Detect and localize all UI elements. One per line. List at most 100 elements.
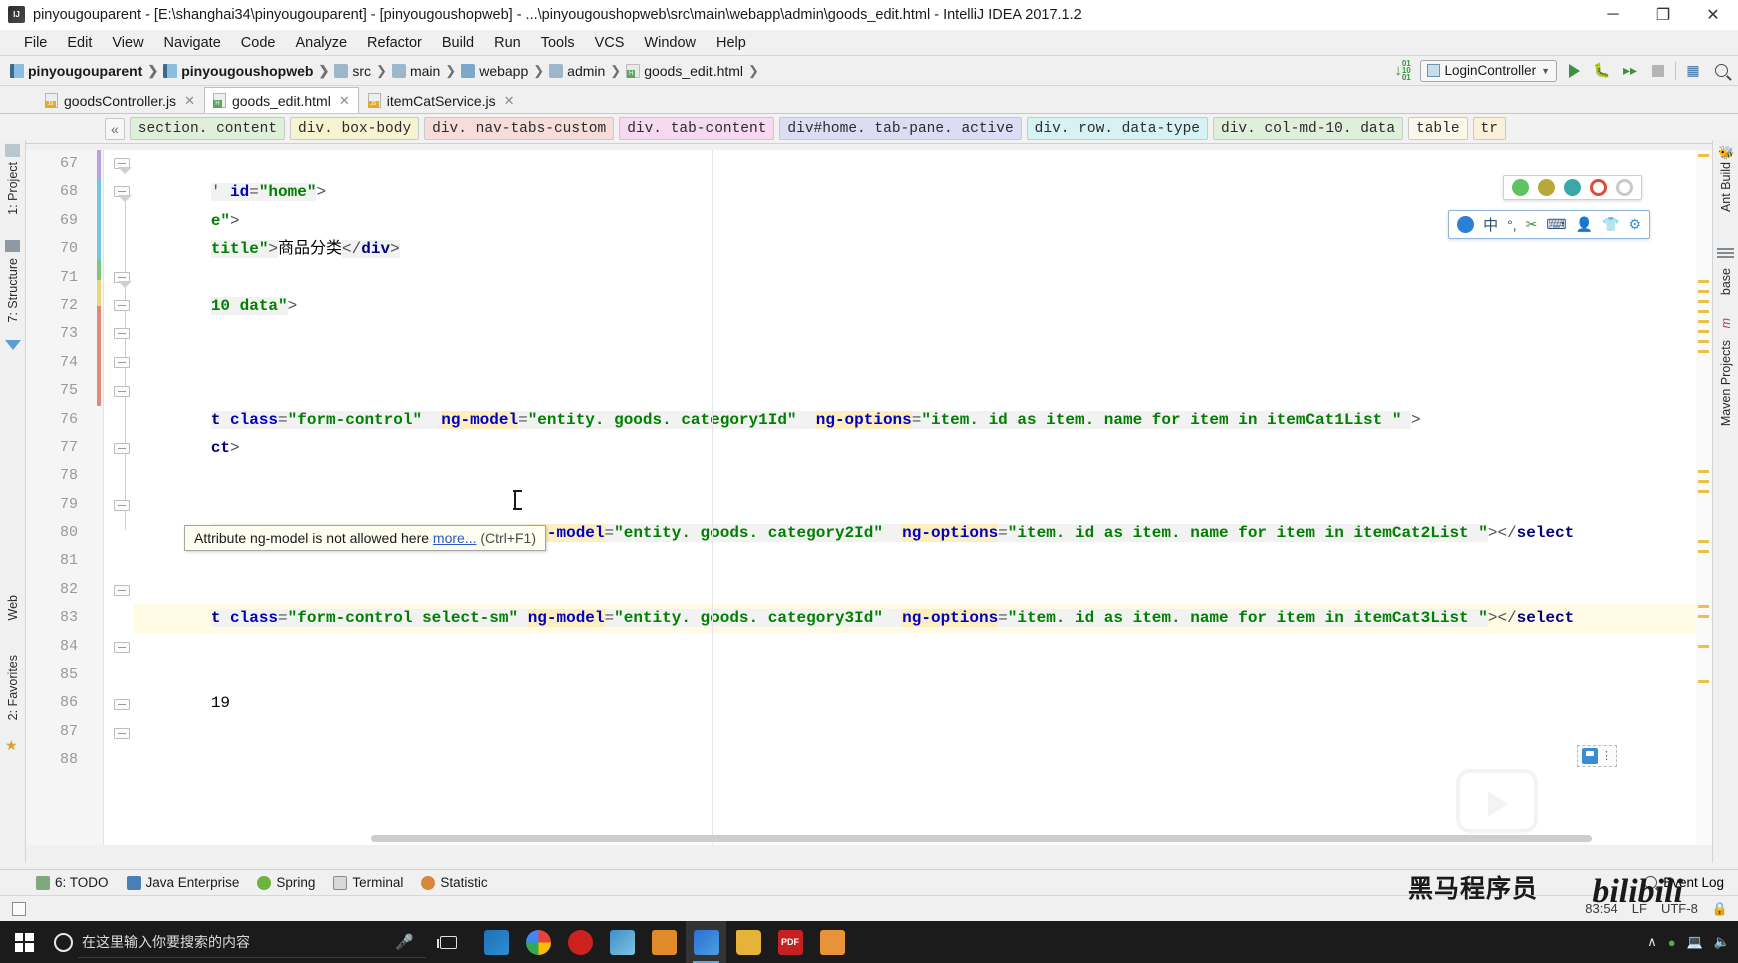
warning-marker[interactable]: [1698, 310, 1709, 313]
inline-hint-widget[interactable]: ⋮: [1577, 745, 1617, 767]
memory-indicator-icon[interactable]: [12, 901, 26, 916]
run-configuration-selector[interactable]: LoginController ▼: [1419, 59, 1557, 82]
fold-handle[interactable]: [114, 386, 130, 397]
record-teal-icon[interactable]: [1564, 179, 1581, 196]
warning-marker[interactable]: [1698, 350, 1709, 353]
warning-marker[interactable]: [1698, 300, 1709, 303]
tooltip-more-link[interactable]: more...: [433, 530, 477, 546]
element-chip-table[interactable]: table: [1408, 117, 1468, 140]
widget-menu-icon[interactable]: ⋮: [1601, 750, 1612, 761]
minimize-button[interactable]: ─: [1588, 0, 1638, 30]
menu-run[interactable]: Run: [484, 35, 531, 51]
editor-horizontal-scrollbar[interactable]: [371, 835, 1592, 842]
record-gray-icon[interactable]: [1616, 179, 1633, 196]
tab-close-icon[interactable]: ✕: [184, 93, 195, 109]
warning-marker[interactable]: [1698, 280, 1709, 283]
element-chip-div-box-body[interactable]: div. box-body: [290, 117, 420, 140]
breadcrumb-item-src[interactable]: src ❯: [334, 63, 392, 79]
tool-window-maven-projects[interactable]: Maven Projects: [1719, 340, 1733, 426]
breadcrumb-item-module[interactable]: pinyougoushopweb ❯: [163, 63, 334, 79]
taskbar-app-window[interactable]: [644, 921, 684, 963]
breadcrumb-item-admin[interactable]: admin ❯: [549, 63, 626, 79]
maven-m-icon[interactable]: m: [1719, 318, 1733, 328]
breadcrumb-item-webapp[interactable]: webapp ❯: [461, 63, 549, 79]
warning-marker[interactable]: [1698, 290, 1709, 293]
debug-icon[interactable]: 🐛: [1591, 60, 1613, 82]
ime-punctuation-icon[interactable]: °,: [1507, 217, 1517, 233]
menu-analyze[interactable]: Analyze: [285, 35, 357, 51]
fold-handle[interactable]: [114, 443, 130, 454]
ime-avatar-icon[interactable]: [1457, 216, 1475, 233]
fold-handle[interactable]: [114, 328, 130, 339]
breadcrumb-item-file[interactable]: goods_edit.html ❯: [626, 63, 764, 79]
menu-edit[interactable]: Edit: [57, 35, 102, 51]
menu-refactor[interactable]: Refactor: [357, 35, 432, 51]
warning-marker[interactable]: [1698, 550, 1709, 553]
maximize-button[interactable]: ❐: [1638, 0, 1688, 30]
tool-window-base[interactable]: base: [1719, 268, 1733, 295]
record-olive-icon[interactable]: [1538, 179, 1555, 196]
record-green-icon[interactable]: [1512, 179, 1529, 196]
menu-tools[interactable]: Tools: [531, 35, 585, 51]
warning-marker[interactable]: [1698, 320, 1709, 323]
recorder-toolbar-top[interactable]: [1503, 175, 1642, 200]
taskbar-app-sublime[interactable]: [812, 921, 852, 963]
ime-user-icon[interactable]: 👤: [1576, 216, 1593, 233]
record-stop-icon[interactable]: [1590, 179, 1607, 196]
fold-handle[interactable]: [114, 500, 130, 511]
menu-code[interactable]: Code: [231, 35, 286, 51]
error-marker[interactable]: [1698, 154, 1709, 157]
stop-icon[interactable]: [1647, 60, 1669, 82]
taskbar-app-pdf[interactable]: PDF: [770, 921, 810, 963]
tray-volume-icon[interactable]: 🔈: [1714, 934, 1730, 950]
warning-marker[interactable]: [1698, 490, 1709, 493]
warning-marker[interactable]: [1698, 470, 1709, 473]
close-button[interactable]: ✕: [1688, 0, 1738, 30]
build-icon[interactable]: ▦: [1682, 60, 1704, 82]
collapse-breadcrumb-button[interactable]: «: [105, 117, 125, 140]
menu-view[interactable]: View: [102, 35, 153, 51]
menu-vcs[interactable]: VCS: [585, 35, 635, 51]
tool-window-web[interactable]: Web: [6, 595, 20, 620]
element-chip-div-row-data-type[interactable]: div. row. data-type: [1026, 117, 1208, 140]
tool-window-ant-build[interactable]: Ant Build: [1719, 162, 1733, 212]
menu-window[interactable]: Window: [634, 35, 706, 51]
lock-icon[interactable]: 🔒: [1712, 901, 1728, 917]
run-icon[interactable]: [1563, 60, 1585, 82]
ime-settings-icon[interactable]: ⚙: [1628, 216, 1641, 233]
warning-marker[interactable]: [1698, 645, 1709, 648]
tray-chevron-up-icon[interactable]: ∧: [1647, 934, 1657, 950]
warning-marker[interactable]: [1698, 540, 1709, 543]
breadcrumb-item-main[interactable]: main ❯: [391, 63, 461, 79]
element-chip-section-content[interactable]: section. content: [129, 117, 286, 140]
ant-build-icon[interactable]: 🐝: [1718, 145, 1734, 161]
structure-panel-icon[interactable]: [5, 240, 20, 252]
taskbar-app-chrome[interactable]: [518, 921, 558, 963]
element-chip-tr[interactable]: tr: [1472, 117, 1506, 140]
taskbar-search-input[interactable]: 在这里输入你要搜索的内容 🎤: [78, 926, 426, 958]
database-lines-icon[interactable]: [1717, 248, 1734, 260]
warning-marker[interactable]: [1698, 330, 1709, 333]
tab-itemcatservice-js[interactable]: itemCatService.js ✕: [359, 87, 524, 113]
taskbar-app-opera[interactable]: [560, 921, 600, 963]
cortana-button[interactable]: [48, 932, 78, 952]
tab-close-icon[interactable]: ✕: [504, 93, 515, 109]
tool-window-structure[interactable]: 7: Structure: [6, 258, 20, 323]
taskbar-app-editor[interactable]: [602, 921, 642, 963]
warning-marker[interactable]: [1698, 680, 1709, 683]
code-text-area[interactable]: ' id="home"> e"> title">商品分类</div> 10 da…: [134, 150, 1712, 845]
element-chip-div-col-md-10[interactable]: div. col-md-10. data: [1213, 117, 1404, 140]
ime-shirt-icon[interactable]: 👕: [1602, 216, 1619, 233]
ime-scissors-icon[interactable]: ✂: [1526, 216, 1538, 233]
tab-goods-edit-html[interactable]: goods_edit.html ✕: [203, 87, 359, 113]
favorites-star-icon[interactable]: ★: [5, 737, 18, 754]
tray-security-icon[interactable]: ●: [1668, 935, 1676, 950]
tool-window-java-enterprise[interactable]: Java Enterprise: [126, 875, 239, 890]
menu-build[interactable]: Build: [432, 35, 484, 51]
task-view-button[interactable]: [426, 935, 470, 949]
ime-status-toolbar[interactable]: 中 °, ✂ ⌨ 👤 👕 ⚙: [1448, 210, 1650, 239]
fold-handle[interactable]: [114, 699, 130, 710]
project-panel-icon[interactable]: [5, 144, 20, 157]
warning-marker[interactable]: [1698, 480, 1709, 483]
error-stripe-marker-bar[interactable]: [1696, 150, 1712, 845]
